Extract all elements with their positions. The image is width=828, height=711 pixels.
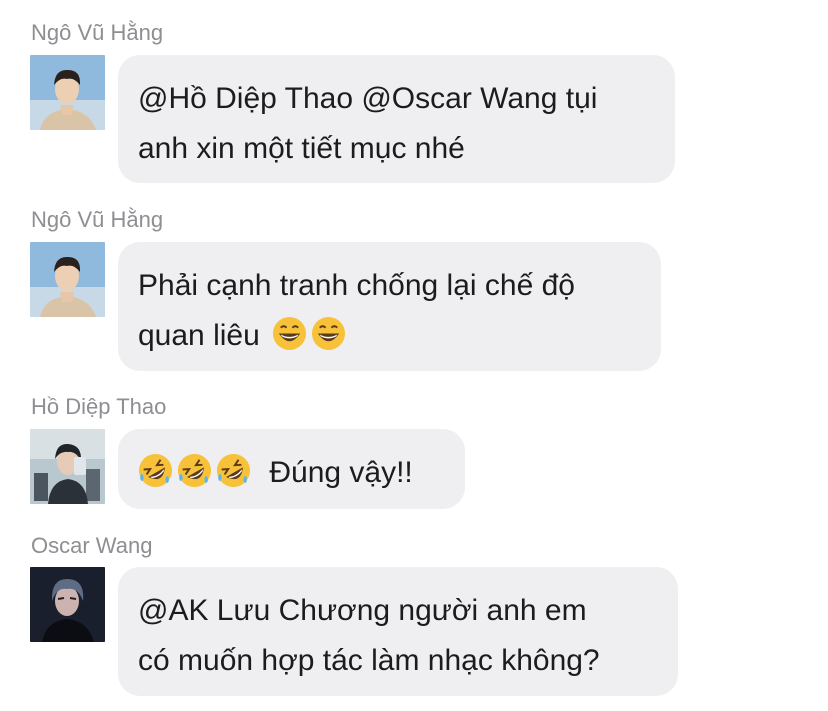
- message-bubble[interactable]: Phải cạnh tranh chống lại chế độ quan li…: [118, 242, 661, 371]
- rolling-on-floor-laughing-icon: [177, 453, 212, 488]
- avatar[interactable]: [30, 55, 105, 130]
- avatar-young-man-blue-sky-icon: [30, 242, 105, 317]
- avatar-young-man-blue-sky-icon: [30, 55, 105, 130]
- avatar-man-dark-portrait-icon: [30, 567, 105, 642]
- message-text: quan liêu: [138, 319, 260, 352]
- message-text: Phải cạnh tranh chống lại chế độ: [138, 269, 575, 302]
- message-text-line: Đúng vậy!!: [138, 448, 443, 498]
- message-2-sender: Ngô Vũ Hằng: [31, 207, 164, 232]
- message-bubble[interactable]: @Hồ Diệp Thao @Oscar Wang tụi anh xin mộ…: [118, 55, 675, 183]
- avatar[interactable]: [30, 242, 105, 317]
- message-1-sender: Ngô Vũ Hằng: [31, 20, 164, 45]
- message-3-sender: Hồ Diệp Thao: [31, 394, 167, 419]
- message-text-line: quan liêu: [138, 311, 639, 361]
- message-text: @Hồ Diệp Thao @Oscar Wang tụi: [138, 82, 598, 115]
- grinning-face-icon: [311, 316, 346, 351]
- message-bubble[interactable]: @AK Lưu Chương người anh em có muốn hợp …: [118, 567, 678, 696]
- grinning-face-icon: [272, 316, 307, 351]
- rolling-on-floor-laughing-icon: [138, 453, 173, 488]
- avatar[interactable]: [30, 567, 105, 642]
- avatar[interactable]: [30, 429, 105, 504]
- message-text: @AK Lưu Chương người anh em: [138, 594, 587, 627]
- avatar-man-mirror-selfie-icon: [30, 429, 105, 504]
- rolling-on-floor-laughing-icon: [216, 453, 251, 488]
- message-text: có muốn hợp tác làm nhạc không?: [138, 644, 600, 677]
- message-text: Đúng vậy!!: [269, 456, 413, 489]
- message-bubble[interactable]: Đúng vậy!!: [118, 429, 465, 509]
- message-4-sender: Oscar Wang: [31, 533, 153, 558]
- message-text: anh xin một tiết mục nhé: [138, 132, 465, 165]
